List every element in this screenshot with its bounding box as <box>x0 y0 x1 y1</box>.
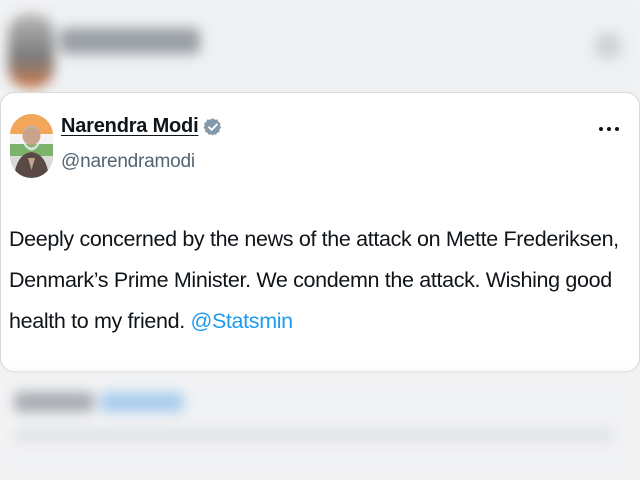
author-name[interactable]: Narendra Modi <box>61 115 199 138</box>
more-dot <box>599 127 603 131</box>
verified-badge-icon <box>203 117 223 137</box>
blurred-avatar <box>8 14 54 88</box>
screenshot-stage: Narendra Modi @narendramodi Deeply conce… <box>0 0 640 480</box>
blurred-text <box>14 392 94 412</box>
blurred-background-bottom <box>0 372 640 480</box>
avatar[interactable] <box>10 114 53 178</box>
blurred-icon <box>594 32 622 60</box>
blurred-name <box>60 28 200 54</box>
blurred-link <box>100 392 184 412</box>
mention-link[interactable]: @Statsmin <box>190 309 293 333</box>
tweet-text-content: Deeply concerned by the news of the atta… <box>9 227 619 333</box>
author-name-row: Narendra Modi <box>61 115 223 138</box>
more-dot <box>615 127 619 131</box>
author-handle[interactable]: @narendramodi <box>61 151 195 173</box>
avatar-portrait-icon <box>10 114 53 178</box>
blurred-background-top <box>0 0 640 92</box>
more-dot <box>607 127 611 131</box>
tweet-card[interactable]: Narendra Modi @narendramodi Deeply conce… <box>0 92 640 372</box>
more-options-icon[interactable] <box>599 123 619 135</box>
blurred-line <box>14 428 614 442</box>
tweet-text: Deeply concerned by the news of the atta… <box>9 219 633 342</box>
